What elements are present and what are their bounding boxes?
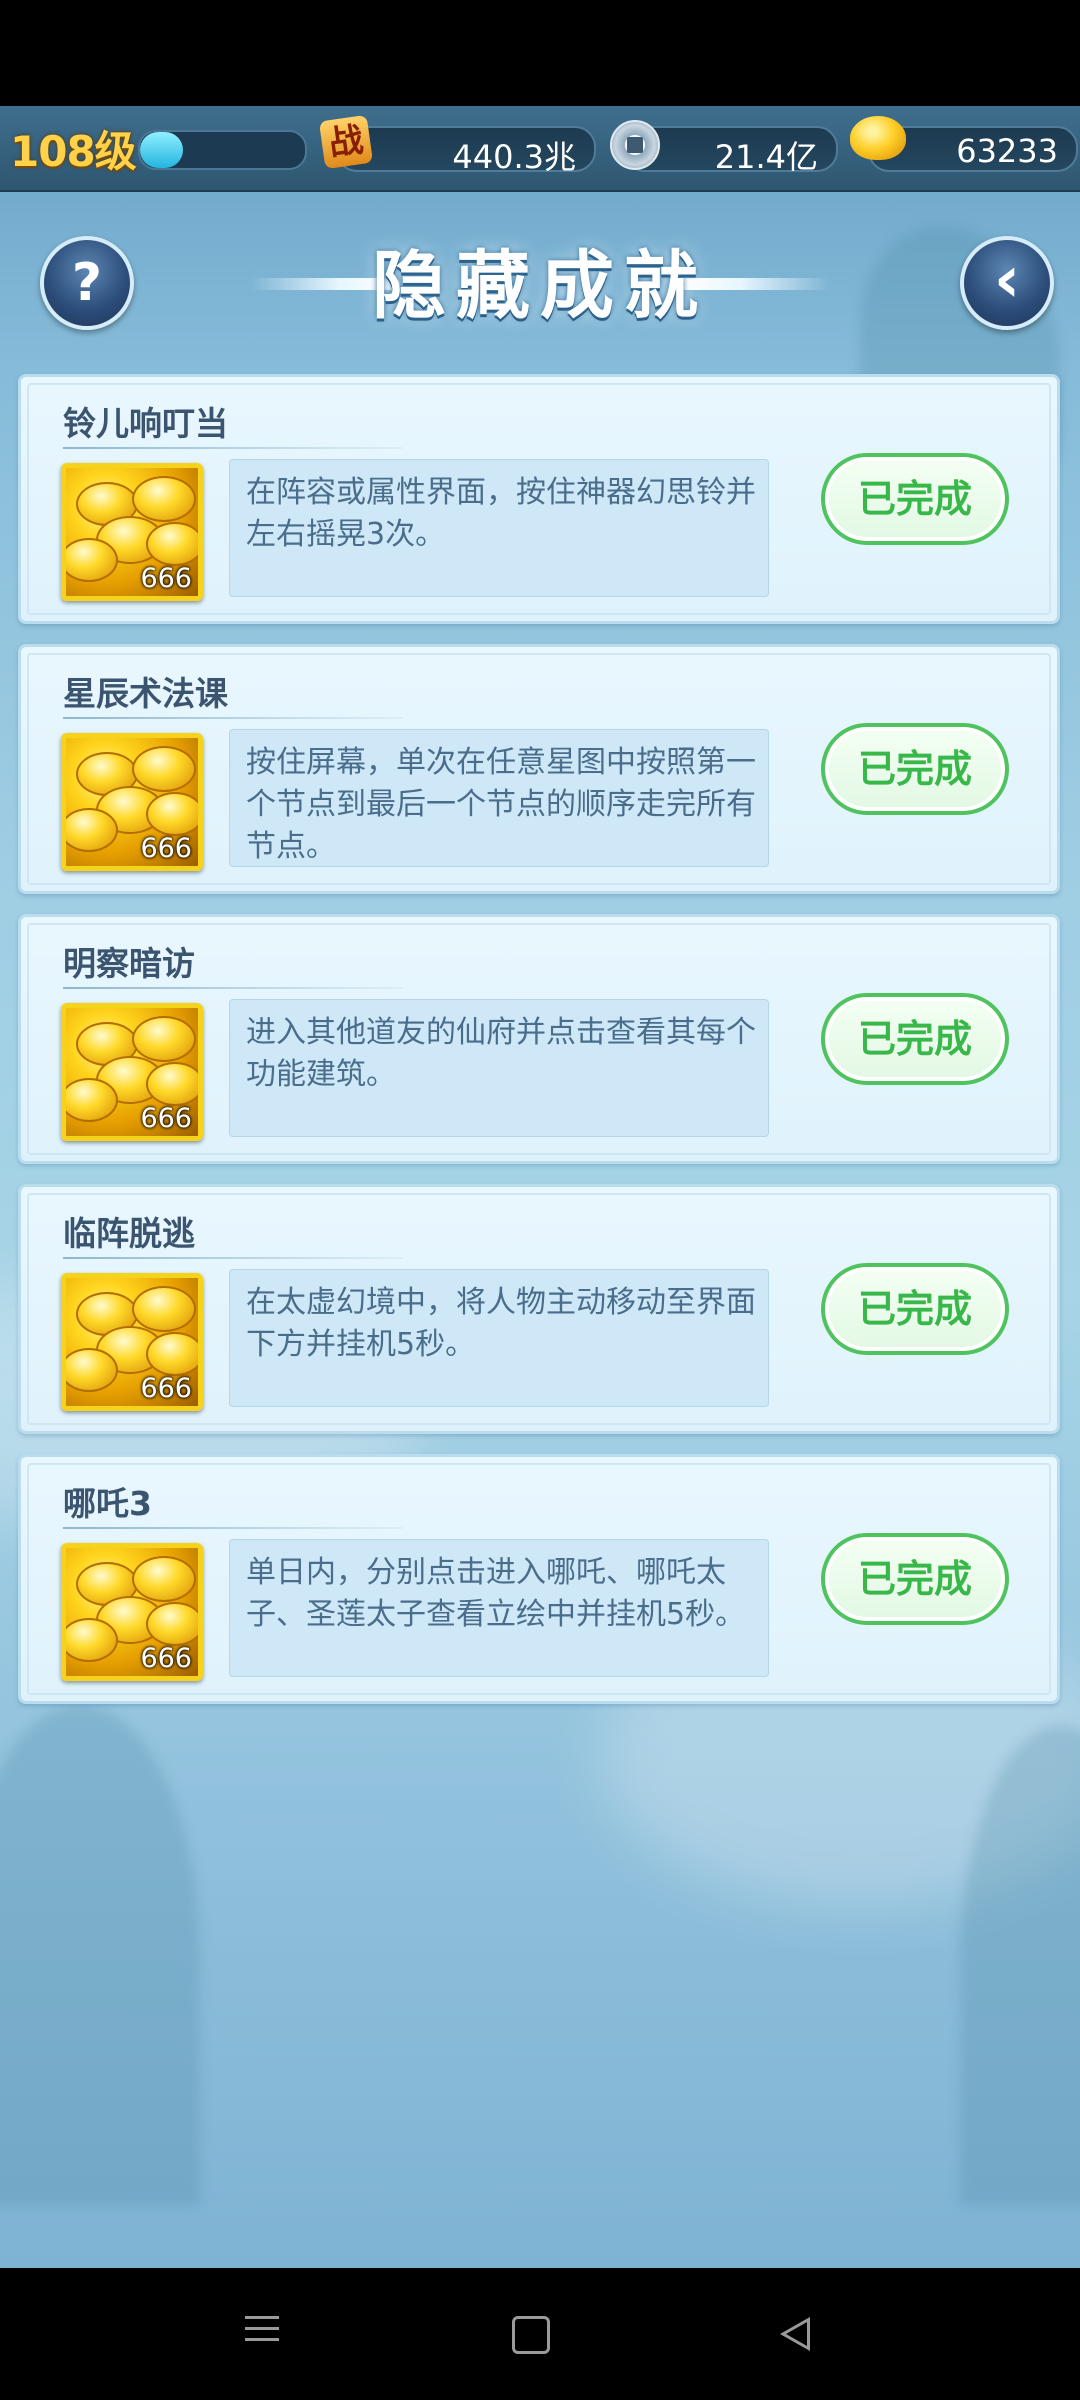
battle-power-pill: 440.3兆 (336, 126, 596, 176)
achievement-description-box: 按住屏幕，单次在任意星图中按照第一个节点到最后一个节点的顺序走完所有节点。 (229, 729, 769, 867)
completed-label: 已完成 (857, 477, 972, 521)
achievement-description-box: 在阵容或属性界面，按住神器幻思铃并左右摇晃3次。 (229, 459, 769, 597)
reward-count: 666 (140, 833, 192, 864)
gold-ingot-icon (146, 522, 198, 566)
gold-ingot-icon (66, 1078, 118, 1122)
gold-ingot-icon (132, 1286, 196, 1332)
name-underline (63, 987, 403, 989)
achievement-description: 进入其他道友的仙府并点击查看其每个功能建筑。 (246, 1015, 756, 1092)
gold-ingot-icon (146, 1602, 198, 1646)
completed-button[interactable]: 已完成 (821, 723, 1009, 815)
name-underline (63, 717, 403, 719)
back-button[interactable]: ‹ (960, 236, 1054, 330)
name-underline (63, 1257, 403, 1259)
achievement-name: 铃儿响叮当 (63, 404, 228, 443)
back-nav-button[interactable] (780, 2317, 810, 2351)
home-button[interactable] (512, 2316, 550, 2354)
battle-power-icon: 战 (318, 114, 374, 170)
achievement-description: 按住屏幕，单次在任意星图中按照第一个节点到最后一个节点的顺序走完所有节点。 (246, 745, 756, 864)
gold-ingot-icon (146, 1062, 198, 1106)
achievement-name: 星辰术法课 (63, 674, 228, 713)
experience-bar (138, 130, 307, 170)
reward-item[interactable]: 666 (61, 1273, 203, 1411)
reward-item[interactable]: 666 (61, 1543, 203, 1681)
completed-label: 已完成 (857, 1557, 972, 1601)
page-title: 隐藏成就 (372, 243, 708, 329)
achievement-card: 铃儿响叮当 666 在阵容或属性界面，按住神器幻思铃并左右摇晃3次。 已完成 (18, 374, 1060, 624)
background-mountain (0, 1706, 200, 2206)
completed-button[interactable]: 已完成 (821, 1533, 1009, 1625)
reward-count: 666 (140, 1643, 192, 1674)
name-underline (63, 1527, 403, 1529)
achievement-card: 哪吒3 666 单日内，分别点击进入哪吒、哪吒太子、圣莲太子查看立绘中并挂机5秒… (18, 1454, 1060, 1704)
gold-ingot-icon (146, 792, 198, 836)
gold-ingot-icon (132, 476, 196, 522)
gold-ingot-icon (850, 116, 906, 160)
achievement-description-box: 在太虚幻境中，将人物主动移动至界面下方并挂机5秒。 (229, 1269, 769, 1407)
reward-count: 666 (140, 1103, 192, 1134)
gold-ingot-icon (66, 808, 118, 852)
name-underline (63, 447, 403, 449)
title-banner: 隐藏成就 (250, 216, 830, 356)
gold-ingot-icon (132, 1556, 196, 1602)
achievement-description: 在太虚幻境中，将人物主动移动至界面下方并挂机5秒。 (246, 1285, 756, 1362)
reward-count: 666 (140, 1373, 192, 1404)
completed-button[interactable]: 已完成 (821, 1263, 1009, 1355)
battle-power-value: 440.3兆 (452, 138, 576, 176)
gold-value: 63233 (956, 132, 1058, 170)
game-screen: 108级 440.3兆 战 21.4亿 63233 ? 隐藏成就 ‹ 铃儿响叮当 (0, 106, 1080, 2268)
achievement-name: 明察暗访 (63, 944, 195, 983)
gold-ingot-icon (66, 538, 118, 582)
gold-ingot-icon (66, 1348, 118, 1392)
copper-coin-icon (610, 120, 660, 170)
player-level: 108级 (10, 127, 137, 176)
resource-bar: 108级 440.3兆 战 21.4亿 63233 (0, 106, 1080, 192)
reward-item[interactable]: 666 (61, 463, 203, 601)
achievement-card: 星辰术法课 666 按住屏幕，单次在任意星图中按照第一个节点到最后一个节点的顺序… (18, 644, 1060, 894)
achievement-card: 明察暗访 666 进入其他道友的仙府并点击查看其每个功能建筑。 已完成 (18, 914, 1060, 1164)
coin-value: 21.4亿 (714, 138, 818, 176)
completed-button[interactable]: 已完成 (821, 993, 1009, 1085)
achievement-card: 临阵脱逃 666 在太虚幻境中，将人物主动移动至界面下方并挂机5秒。 已完成 (18, 1184, 1060, 1434)
achievement-description-box: 单日内，分别点击进入哪吒、哪吒太子、圣莲太子查看立绘中并挂机5秒。 (229, 1539, 769, 1677)
completed-label: 已完成 (857, 1017, 972, 1061)
help-button[interactable]: ? (40, 236, 134, 330)
completed-label: 已完成 (857, 1287, 972, 1331)
gold-ingot-icon (146, 1332, 198, 1376)
achievement-description: 单日内，分别点击进入哪吒、哪吒太子、圣莲太子查看立绘中并挂机5秒。 (246, 1555, 746, 1632)
achievement-description-box: 进入其他道友的仙府并点击查看其每个功能建筑。 (229, 999, 769, 1137)
gold-ingot-icon (66, 1618, 118, 1662)
reward-count: 666 (140, 563, 192, 594)
achievement-name: 哪吒3 (63, 1484, 152, 1523)
reward-item[interactable]: 666 (61, 1003, 203, 1141)
experience-fill (140, 132, 183, 168)
reward-item[interactable]: 666 (61, 733, 203, 871)
achievement-name: 临阵脱逃 (63, 1214, 195, 1253)
recent-apps-button[interactable] (232, 2308, 292, 2360)
status-bar (0, 0, 1080, 106)
system-navigation-bar (0, 2268, 1080, 2400)
achievement-description: 在阵容或属性界面，按住神器幻思铃并左右摇晃3次。 (246, 475, 756, 552)
completed-button[interactable]: 已完成 (821, 453, 1009, 545)
gold-ingot-icon (132, 746, 196, 792)
completed-label: 已完成 (857, 747, 972, 791)
gold-ingot-icon (132, 1016, 196, 1062)
